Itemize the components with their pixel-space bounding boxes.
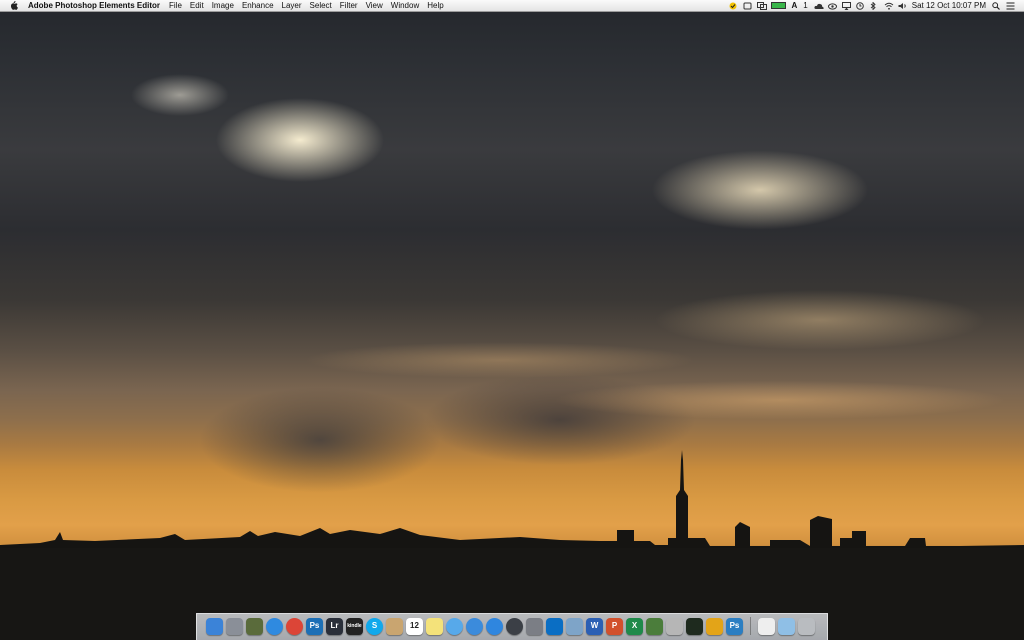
menu-window[interactable]: Window <box>391 0 419 11</box>
photoshop-label: Ps <box>729 621 740 630</box>
vmware-icon[interactable] <box>706 617 723 635</box>
menu-clock[interactable]: Sat 12 Oct 10:07 PM <box>912 0 986 11</box>
launchpad-icon[interactable] <box>226 617 243 635</box>
airplay-icon[interactable] <box>841 2 851 10</box>
excel-icon[interactable]: X <box>626 617 643 635</box>
cloud-icon[interactable] <box>814 2 824 9</box>
app-store-icon[interactable] <box>486 617 503 635</box>
menu-view[interactable]: View <box>366 0 383 11</box>
lightroom-icon[interactable]: Lr <box>326 617 343 635</box>
kindle-label: kindle <box>347 622 362 629</box>
menu-file[interactable]: File <box>169 0 182 11</box>
preview-icon[interactable] <box>566 617 583 635</box>
safari-icon[interactable] <box>266 617 283 635</box>
eye-icon[interactable] <box>827 2 837 10</box>
powerpoint-icon[interactable]: P <box>606 617 623 635</box>
status-area: A 1 Sat 12 Oct 10:07 PM <box>729 0 1024 11</box>
script-editor-icon[interactable] <box>666 617 683 635</box>
trash-icon[interactable] <box>798 617 815 635</box>
downloads-folder-icon[interactable] <box>778 617 795 635</box>
photoshop-elements-label: Ps <box>309 621 320 630</box>
app-menu[interactable]: Adobe Photoshop Elements Editor <box>28 0 160 11</box>
excel-label: X <box>631 621 638 630</box>
document-icon[interactable] <box>758 617 775 635</box>
wallpaper-skyline <box>0 450 1024 640</box>
adobe-update-count: 1 <box>803 1 808 10</box>
menu-help[interactable]: Help <box>427 0 443 11</box>
menu-select[interactable]: Select <box>310 0 332 11</box>
activity-monitor-icon[interactable] <box>686 617 703 635</box>
menu-layer[interactable]: Layer <box>282 0 302 11</box>
finder-icon[interactable] <box>206 617 223 635</box>
dropbox-icon[interactable] <box>743 2 751 10</box>
volume-icon[interactable] <box>898 2 906 9</box>
calendar-label: 12 <box>410 621 419 630</box>
onedrive-icon[interactable] <box>546 617 563 635</box>
kindle-icon[interactable]: kindle <box>346 617 363 635</box>
notes-icon[interactable] <box>426 617 443 635</box>
calendar-icon[interactable]: 12 <box>406 617 423 635</box>
preferences-icon[interactable] <box>526 617 543 635</box>
menu-bar: Adobe Photoshop Elements Editor File Edi… <box>0 0 1024 12</box>
spotlight-search-icon[interactable] <box>992 2 1000 10</box>
norton-icon[interactable] <box>729 2 737 10</box>
skype-icon[interactable]: S <box>366 617 383 635</box>
word-label: W <box>590 621 599 630</box>
dock-separator <box>750 617 751 635</box>
photoshop-elements-icon[interactable]: Ps <box>306 617 323 635</box>
adobe-update-icon[interactable]: A <box>792 0 798 11</box>
photoshop-icon[interactable]: Ps <box>726 617 743 635</box>
menu-edit[interactable]: Edit <box>190 0 204 11</box>
chrome-icon[interactable] <box>286 617 303 635</box>
contacts-icon[interactable] <box>386 617 403 635</box>
menu-image[interactable]: Image <box>212 0 234 11</box>
messages-icon[interactable] <box>446 617 463 635</box>
word-icon[interactable]: W <box>586 617 603 635</box>
battery-icon[interactable] <box>770 2 786 9</box>
display-mirror-icon[interactable] <box>756 2 767 10</box>
itunes-icon[interactable] <box>466 617 483 635</box>
apple-menu-icon[interactable] <box>9 1 18 10</box>
bluetooth-icon[interactable] <box>870 1 878 11</box>
skype-label: S <box>371 621 378 630</box>
lightroom-label: Lr <box>330 621 339 630</box>
menu-filter[interactable]: Filter <box>340 0 358 11</box>
powerpoint-label: P <box>611 621 618 630</box>
notification-center-icon[interactable] <box>1006 2 1015 10</box>
time-machine-menu-icon[interactable] <box>855 2 864 10</box>
directory-utility-icon[interactable] <box>646 617 663 635</box>
mission-control-icon[interactable] <box>246 617 263 635</box>
dock-icon-row: Ps Lr kindle S 12 W P X Ps <box>206 614 815 638</box>
time-machine-icon[interactable] <box>506 617 523 635</box>
wifi-icon[interactable] <box>884 2 894 10</box>
menu-enhance[interactable]: Enhance <box>242 0 274 11</box>
